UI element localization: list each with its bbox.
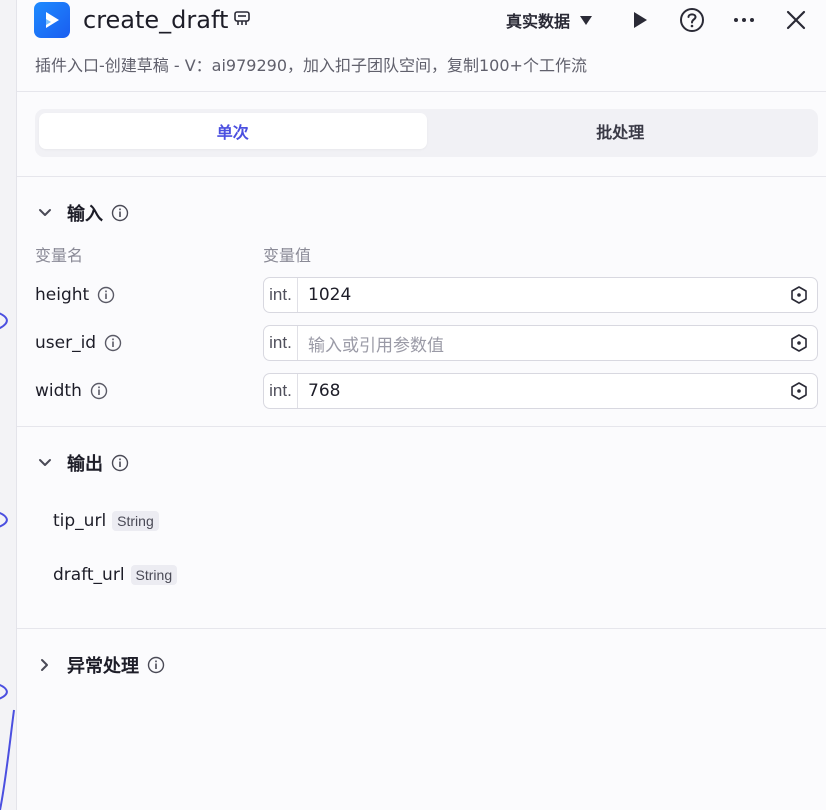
header-actions: 真实数据	[506, 4, 810, 36]
close-icon	[786, 10, 806, 30]
section-divider	[17, 426, 826, 427]
field-name: width	[35, 381, 82, 401]
plugin-logo-icon	[34, 2, 70, 38]
column-value-header: 变量值	[263, 246, 312, 265]
connection-lines	[0, 312, 15, 810]
column-name-header: 变量名	[35, 246, 84, 265]
play-icon	[634, 12, 647, 28]
output-type-badge: String	[130, 565, 178, 585]
tab-single[interactable]: 单次	[39, 113, 427, 149]
exception-section-header[interactable]: 异常处理	[35, 652, 165, 678]
exception-section-title: 异常处理	[67, 656, 139, 677]
section-divider	[17, 628, 826, 629]
close-button[interactable]	[782, 6, 810, 34]
info-icon[interactable]	[111, 204, 129, 222]
run-mode-tabs: 单次 批处理	[35, 109, 818, 157]
more-icon	[734, 18, 754, 22]
width-input[interactable]: int. 768	[263, 373, 818, 409]
input-row-height: height int. 1024	[35, 277, 818, 313]
output-section-header[interactable]: 输出	[35, 450, 129, 476]
node-config-panel: create_draft 真实数据 插件入口-创建草稿 - V：ai979290…	[17, 0, 826, 810]
output-item-tip-url: tip_url String	[53, 507, 159, 535]
run-mode-section: 单次 批处理	[17, 92, 826, 177]
data-mode-label: 真实数据	[505, 12, 570, 31]
output-type-badge: String	[112, 511, 159, 531]
field-label: width	[35, 373, 108, 409]
info-icon[interactable]	[97, 286, 115, 304]
data-mode-select[interactable]: 真实数据	[506, 8, 592, 32]
chevron-down-icon	[39, 459, 51, 466]
type-tag: int.	[264, 326, 298, 360]
input-section-header[interactable]: 输入	[35, 200, 129, 226]
field-label: height	[35, 277, 115, 313]
info-icon[interactable]	[90, 382, 108, 400]
chevron-down-icon	[39, 209, 51, 216]
panel-header: create_draft 真实数据 插件入口-创建草稿 - V：ai979290…	[17, 0, 826, 92]
caret-down-icon	[580, 15, 592, 25]
plugin-badge-icon[interactable]	[233, 10, 251, 28]
field-name: height	[35, 285, 90, 305]
output-item-draft-url: draft_url String	[53, 561, 178, 589]
workflow-canvas-edge	[0, 0, 17, 810]
info-icon[interactable]	[104, 334, 122, 352]
type-tag: int.	[264, 278, 298, 312]
input-section-title: 输入	[67, 204, 103, 225]
help-icon	[680, 8, 704, 32]
tab-batch[interactable]: 批处理	[427, 113, 815, 149]
output-name: draft_url	[53, 565, 125, 585]
info-icon[interactable]	[111, 454, 129, 472]
variable-reference-icon[interactable]	[789, 285, 809, 305]
height-input[interactable]: int. 1024	[263, 277, 818, 313]
field-placeholder[interactable]: 输入或引用参数值	[308, 331, 789, 356]
output-name: tip_url	[53, 511, 107, 531]
field-value[interactable]: 1024	[308, 285, 789, 305]
field-name: user_id	[35, 333, 97, 353]
run-button[interactable]	[626, 6, 654, 34]
variable-reference-icon[interactable]	[789, 381, 809, 401]
field-label: user_id	[35, 325, 122, 361]
input-row-width: width int. 768	[35, 373, 818, 409]
type-tag: int.	[264, 374, 298, 408]
variable-reference-icon[interactable]	[789, 333, 809, 353]
user-id-input[interactable]: int. 输入或引用参数值	[263, 325, 818, 361]
chevron-right-icon	[41, 659, 48, 671]
info-icon[interactable]	[147, 656, 165, 674]
field-value[interactable]: 768	[308, 381, 789, 401]
input-row-user-id: user_id int. 输入或引用参数值	[35, 325, 818, 361]
output-section-title: 输出	[67, 454, 103, 475]
more-button[interactable]	[730, 6, 758, 34]
node-description: 插件入口-创建草稿 - V：ai979290，加入扣子团队空间，复制100+个工…	[35, 56, 587, 75]
help-button[interactable]	[678, 6, 706, 34]
node-title[interactable]: create_draft	[83, 4, 228, 36]
